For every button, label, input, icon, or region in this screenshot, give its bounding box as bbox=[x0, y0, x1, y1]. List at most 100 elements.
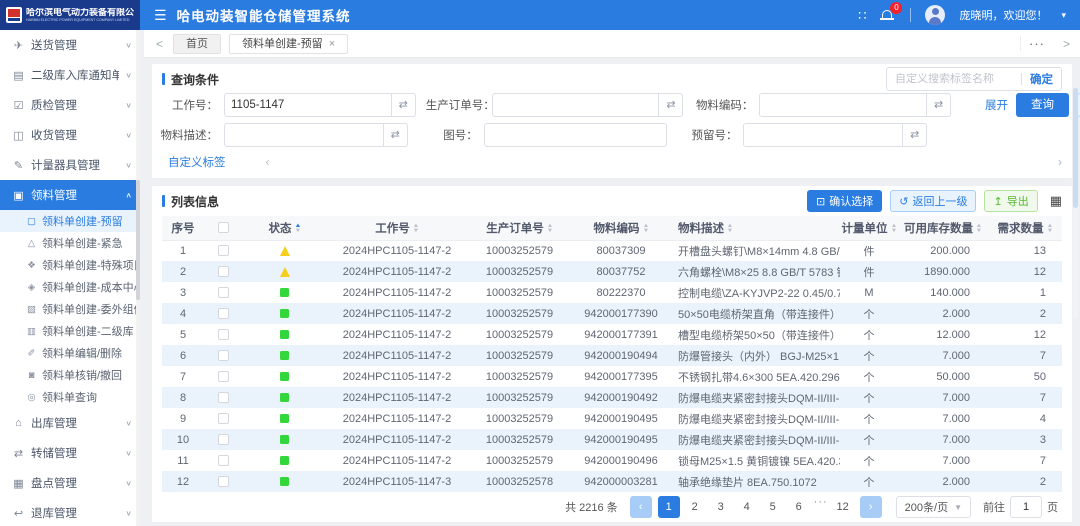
page-size-select[interactable]: 200条/页▼ bbox=[896, 496, 971, 518]
expand-link[interactable]: 展开 bbox=[985, 97, 1008, 113]
sidebar-subitem-create-urgent[interactable]: △领料单创建-紧急 bbox=[0, 232, 140, 254]
row-checkbox[interactable] bbox=[218, 455, 229, 466]
sort-icon[interactable]: ▲▼ bbox=[547, 224, 553, 234]
page-number-6[interactable]: 6 bbox=[788, 496, 810, 518]
job-no-input[interactable] bbox=[224, 93, 392, 117]
column-header-code[interactable]: 物料编码▲▼ bbox=[572, 216, 670, 240]
fullscreen-icon[interactable]: ∷ bbox=[858, 9, 866, 22]
table-row[interactable]: 52024HPC1105-1147-2100032525799420001773… bbox=[162, 324, 1062, 345]
page-number-12[interactable]: 12 bbox=[832, 496, 854, 518]
table-row[interactable]: 62024HPC1105-1147-2100032525799420001904… bbox=[162, 345, 1062, 366]
table-row[interactable]: 92024HPC1105-1147-2100032525799420001904… bbox=[162, 408, 1062, 429]
tabs-scroll-left-icon[interactable]: < bbox=[154, 37, 165, 51]
filter-icon[interactable]: ⇄ bbox=[903, 123, 927, 147]
sidebar-item-picking[interactable]: ▣领料管理∧ bbox=[0, 180, 140, 210]
row-checkbox[interactable] bbox=[218, 266, 229, 277]
column-header-job[interactable]: 工作号▲▼ bbox=[327, 216, 467, 240]
next-page-button[interactable]: › bbox=[860, 496, 882, 518]
sidebar-scrollbar[interactable] bbox=[136, 30, 140, 526]
sidebar-item-stocktake[interactable]: ▦盘点管理∨ bbox=[0, 468, 140, 498]
sort-icon[interactable]: ▲▼ bbox=[891, 224, 897, 234]
row-checkbox[interactable] bbox=[218, 371, 229, 382]
tab-home[interactable]: 首页 bbox=[173, 34, 221, 54]
column-header-demand[interactable]: 需求数量▲▼ bbox=[988, 216, 1062, 240]
table-row[interactable]: 122024HPC1105-1147-310003252578942000003… bbox=[162, 471, 1062, 492]
sidebar-item-quality[interactable]: ☑质检管理∨ bbox=[0, 90, 140, 120]
tags-scroll-left-icon[interactable]: ‹ bbox=[266, 155, 270, 169]
row-checkbox[interactable] bbox=[218, 287, 229, 298]
row-checkbox[interactable] bbox=[218, 392, 229, 403]
page-number-2[interactable]: 2 bbox=[684, 496, 706, 518]
tabs-more-icon[interactable]: ··· bbox=[1020, 36, 1053, 51]
custom-tag-link[interactable]: 自定义标签 bbox=[168, 154, 226, 170]
custom-tag-input[interactable] bbox=[895, 73, 1013, 85]
sort-icon[interactable]: ▲▼ bbox=[643, 224, 649, 234]
sidebar-subitem-edit-delete[interactable]: ✐领料单编辑/删除 bbox=[0, 342, 140, 364]
sidebar-subitem-query[interactable]: ◎领料单查询 bbox=[0, 386, 140, 408]
select-all-checkbox-header[interactable] bbox=[204, 216, 242, 240]
sidebar-subitem-create-l2[interactable]: ▥领料单创建-二级库 bbox=[0, 320, 140, 342]
table-row[interactable]: 102024HPC1105-1147-210003252579942000190… bbox=[162, 429, 1062, 450]
table-row[interactable]: 32024HPC1105-1147-21000325257980222370控制… bbox=[162, 282, 1062, 303]
confirm-select-button[interactable]: ⊡确认选择 bbox=[807, 190, 882, 212]
column-header-desc[interactable]: 物料描述▲▼ bbox=[670, 216, 840, 240]
column-header-status[interactable]: 状态▲▼ bbox=[242, 216, 327, 240]
reserve-no-input[interactable] bbox=[743, 123, 903, 147]
user-menu-caret-icon[interactable]: ▾ bbox=[1061, 10, 1066, 21]
filter-icon[interactable]: ⇄ bbox=[384, 123, 408, 147]
prev-page-button[interactable]: ‹ bbox=[630, 496, 652, 518]
row-checkbox[interactable] bbox=[218, 434, 229, 445]
select-all-checkbox[interactable] bbox=[218, 222, 229, 233]
material-code-input[interactable] bbox=[759, 93, 927, 117]
table-row[interactable]: 112024HPC1105-1147-210003252579942000190… bbox=[162, 450, 1062, 471]
row-checkbox[interactable] bbox=[218, 329, 229, 340]
tab-current[interactable]: 领料单创建-预留× bbox=[229, 34, 348, 54]
export-button[interactable]: ↥导出 bbox=[984, 190, 1037, 212]
sort-icon[interactable]: ▲▼ bbox=[1047, 224, 1053, 234]
sidebar-subitem-create-special[interactable]: ❖领料单创建-特殊项目 bbox=[0, 254, 140, 276]
sidebar-item-delivery[interactable]: ✈送货管理∨ bbox=[0, 30, 140, 60]
search-button[interactable]: 查询 bbox=[1016, 93, 1069, 117]
page-number-1[interactable]: 1 bbox=[658, 496, 680, 518]
sidebar-item-returns[interactable]: ↩退库管理∨ bbox=[0, 498, 140, 526]
drawing-no-input[interactable] bbox=[484, 123, 668, 147]
sort-icon[interactable]: ▲▼ bbox=[727, 224, 733, 234]
row-checkbox[interactable] bbox=[218, 413, 229, 424]
goto-page-input[interactable] bbox=[1010, 496, 1042, 518]
table-row[interactable]: 22024HPC1105-1147-21000325257980037752六角… bbox=[162, 261, 1062, 282]
table-row[interactable]: 12024HPC1105-1147-21000325257980037309开槽… bbox=[162, 240, 1062, 261]
user-avatar[interactable] bbox=[925, 5, 945, 25]
table-row[interactable]: 82024HPC1105-1147-2100032525799420001904… bbox=[162, 387, 1062, 408]
sidebar-item-l2-inbound-notice[interactable]: ▤二级库入库通知单∨ bbox=[0, 60, 140, 90]
page-number-3[interactable]: 3 bbox=[710, 496, 732, 518]
filter-icon[interactable]: ⇄ bbox=[392, 93, 416, 117]
row-checkbox[interactable] bbox=[218, 476, 229, 487]
sidebar-subitem-create-outsourced[interactable]: ▨领料单创建-委外组件 bbox=[0, 298, 140, 320]
sidebar-item-receiving[interactable]: ◫收货管理∨ bbox=[0, 120, 140, 150]
tabs-scroll-right-icon[interactable]: > bbox=[1061, 37, 1072, 51]
material-desc-input[interactable] bbox=[224, 123, 384, 147]
notification-bell-icon[interactable]: 0 bbox=[880, 8, 896, 22]
tags-scroll-right-icon[interactable]: › bbox=[1058, 155, 1062, 169]
page-number-5[interactable]: 5 bbox=[762, 496, 784, 518]
table-row[interactable]: 42024HPC1105-1147-2100032525799420001773… bbox=[162, 303, 1062, 324]
table-row[interactable]: 72024HPC1105-1147-2100032525799420001773… bbox=[162, 366, 1062, 387]
row-checkbox[interactable] bbox=[218, 350, 229, 361]
sidebar-item-transfer[interactable]: ⇄转储管理∨ bbox=[0, 438, 140, 468]
tag-confirm-button[interactable]: 确定 bbox=[1030, 71, 1053, 87]
row-checkbox[interactable] bbox=[218, 245, 229, 256]
filter-icon[interactable]: ⇄ bbox=[659, 93, 683, 117]
row-checkbox[interactable] bbox=[218, 308, 229, 319]
sort-icon[interactable]: ▲▼ bbox=[976, 224, 982, 234]
table-vertical-scrollbar[interactable] bbox=[1073, 88, 1078, 318]
sidebar-subitem-create-cost-center[interactable]: ◈领料单创建-成本中心 bbox=[0, 276, 140, 298]
column-header-unit[interactable]: 计量单位▲▼ bbox=[840, 216, 898, 240]
column-settings-icon[interactable]: ▦ bbox=[1050, 193, 1062, 209]
production-order-input[interactable] bbox=[492, 93, 660, 117]
sidebar-subitem-create-reserve[interactable]: ▢领料单创建-预留 bbox=[0, 210, 140, 232]
menu-collapse-icon[interactable]: ☰ bbox=[154, 7, 167, 24]
data-table-container[interactable]: 序号状态▲▼工作号▲▼生产订单号▲▼物料编码▲▼物料描述▲▼计量单位▲▼可用库存… bbox=[162, 216, 1062, 492]
page-number-4[interactable]: 4 bbox=[736, 496, 758, 518]
filter-icon[interactable]: ⇄ bbox=[927, 93, 951, 117]
sidebar-subitem-writeoff-recall[interactable]: ◙领料单核销/撤回 bbox=[0, 364, 140, 386]
